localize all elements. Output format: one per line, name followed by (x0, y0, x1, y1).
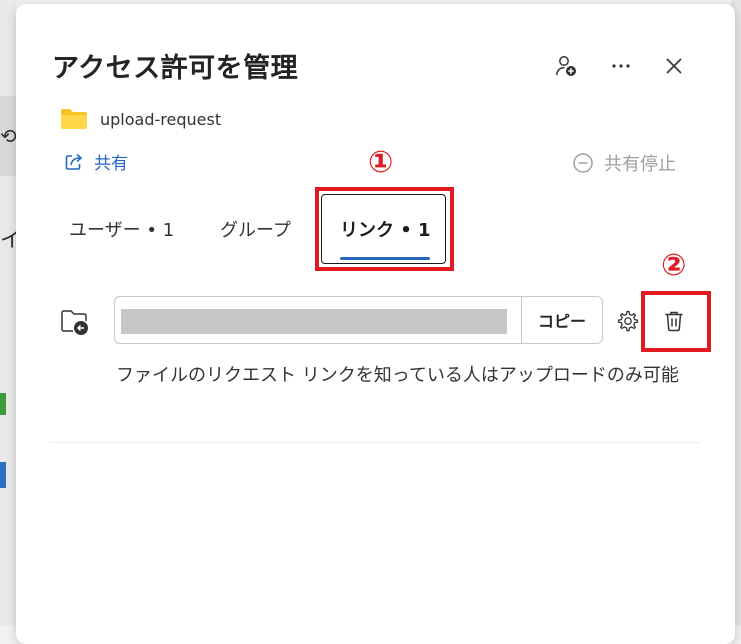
dialog-title: アクセス許可を管理 (52, 53, 299, 84)
copy-button[interactable]: コピー (521, 296, 603, 344)
link-url-field[interactable] (114, 296, 522, 344)
share-label: 共有 (94, 154, 128, 174)
share-button[interactable]: 共有 (64, 149, 128, 174)
background-badge (0, 462, 6, 488)
link-settings-button[interactable] (612, 306, 642, 336)
background-arrow-icon: ⟲ (0, 124, 17, 148)
folder-link-icon (60, 308, 90, 340)
more-options-button[interactable] (605, 50, 637, 82)
annotation-box-2 (641, 291, 711, 352)
folder-item: upload-request (60, 108, 221, 130)
link-description: ファイルのリクエスト リンクを知っている人はアップロードのみ可能 (116, 365, 679, 386)
section-divider (50, 442, 700, 443)
close-button[interactable] (658, 50, 690, 82)
stop-share-label: 共有停止 (604, 154, 676, 175)
tab-users[interactable]: ユーザー • 1 (69, 216, 174, 242)
background-badge (0, 393, 6, 415)
share-icon (65, 153, 83, 170)
annotation-number-2: ② (661, 248, 687, 283)
background-panel (0, 0, 16, 626)
folder-name: upload-request (100, 109, 222, 129)
close-icon (666, 58, 682, 74)
annotation-number-1: ① (368, 145, 394, 180)
add-person-button[interactable] (550, 50, 582, 82)
tab-groups[interactable]: グループ (220, 216, 291, 242)
folder-icon (61, 109, 87, 129)
add-person-icon (556, 56, 576, 76)
stop-share-button[interactable]: 共有停止 (572, 150, 676, 176)
annotation-box-1 (315, 187, 454, 271)
stop-share-icon (573, 153, 593, 173)
gear-icon (617, 310, 639, 332)
redacted-link-url (121, 309, 507, 334)
manage-access-dialog: アクセス許可を管理 upload-request 共有 共有停止 ユーザー • … (16, 4, 735, 644)
more-icon (612, 64, 630, 68)
